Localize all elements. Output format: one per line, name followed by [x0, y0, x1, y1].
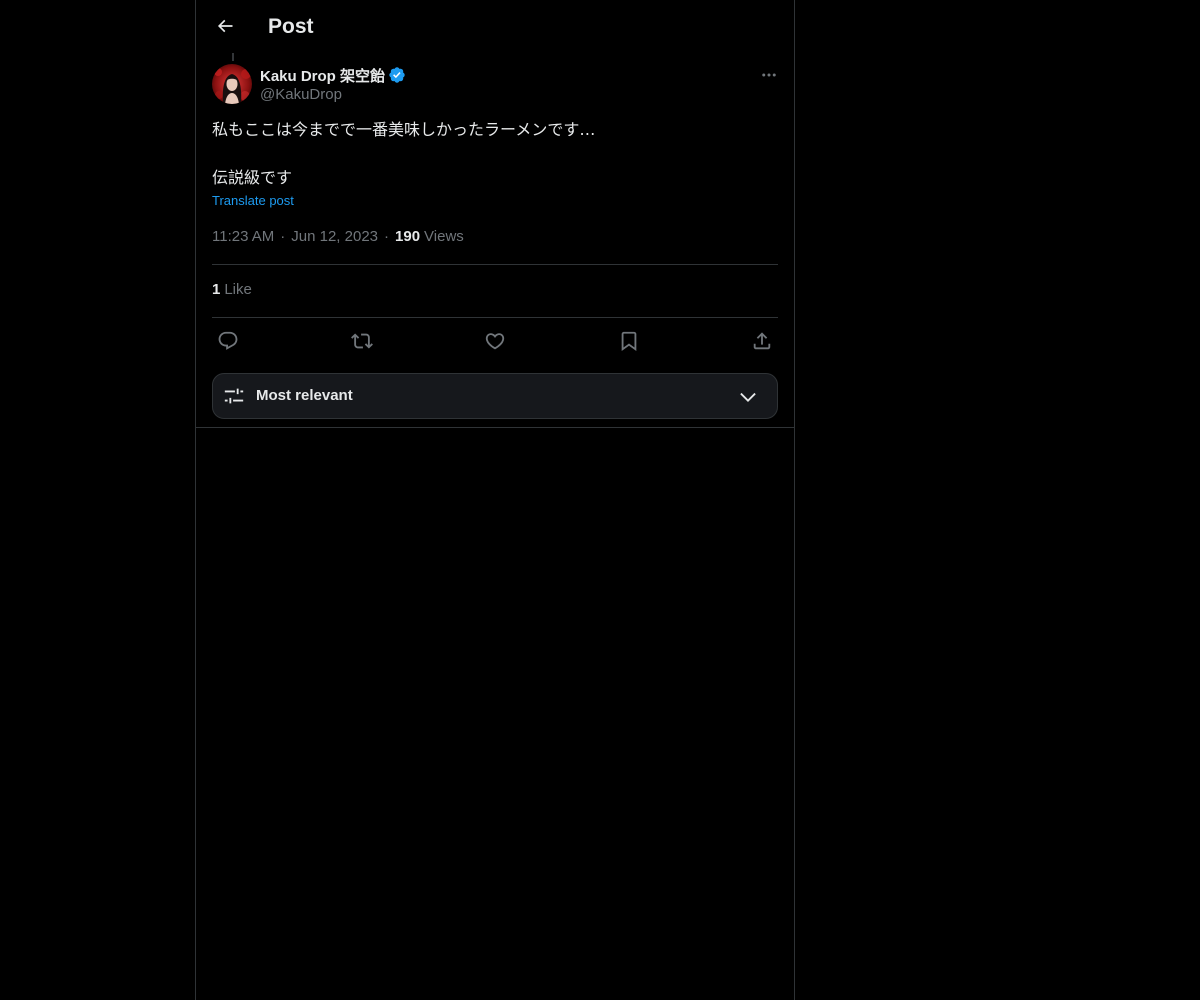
reply-button[interactable] [212, 325, 244, 357]
translate-post-link[interactable]: Translate post [212, 193, 294, 208]
sort-label: Most relevant [256, 387, 353, 404]
verified-badge-icon [388, 66, 406, 84]
repost-icon [350, 333, 373, 349]
repost-button[interactable] [346, 325, 378, 357]
thread-line [232, 53, 234, 61]
author-handle[interactable]: @KakuDrop [260, 86, 342, 103]
reply-icon [218, 331, 238, 350]
post-time[interactable]: 11:23 AM [212, 228, 274, 245]
likes-summary[interactable]: 1 Like [212, 281, 252, 298]
views-label: Views [424, 228, 464, 245]
divider [212, 264, 778, 265]
author-name-row: Kaku Drop 架空飴 [260, 64, 406, 86]
bookmark-button[interactable] [613, 325, 645, 357]
post-text-line-1: 私もここは今までで一番美味しかったラーメンです… [212, 120, 596, 139]
action-bar [212, 325, 778, 357]
post-date[interactable]: Jun 12, 2023 [291, 228, 378, 245]
likes-count: 1 [212, 281, 221, 298]
meta-separator: · [384, 228, 390, 245]
meta-separator: · [280, 228, 286, 245]
views-count: 190 [395, 228, 421, 245]
post-text: 私もここは今までで一番美味しかったラーメンです… 伝説級です [212, 118, 778, 190]
reply-sort-dropdown[interactable]: Most relevant [212, 373, 778, 419]
avatar[interactable] [212, 64, 252, 104]
likes-label: Like [224, 281, 252, 298]
page-title: Post [268, 15, 314, 38]
back-button[interactable] [208, 9, 242, 43]
like-icon [485, 333, 505, 350]
bookmark-icon [621, 331, 636, 352]
post-text-line-2: 伝説級です [212, 168, 293, 187]
chevron-down-icon [740, 392, 756, 402]
top-bar: Post [196, 0, 794, 53]
sliders-icon [224, 388, 244, 404]
divider [212, 317, 778, 318]
section-divider [196, 427, 794, 428]
main-column: Post Kaku Drop 架空飴 @KakuDrop 私もここは今までで一番… [195, 0, 795, 1000]
author-display-name[interactable]: Kaku Drop 架空飴 [260, 65, 385, 86]
share-icon [753, 332, 771, 350]
share-button[interactable] [746, 325, 778, 357]
post-meta: 11:23 AM · Jun 12, 2023 · 190 Views [212, 228, 464, 245]
arrow-left-icon [217, 19, 233, 33]
like-button[interactable] [479, 325, 511, 357]
more-horizontal-icon [762, 73, 776, 77]
more-options-button[interactable] [752, 63, 786, 87]
